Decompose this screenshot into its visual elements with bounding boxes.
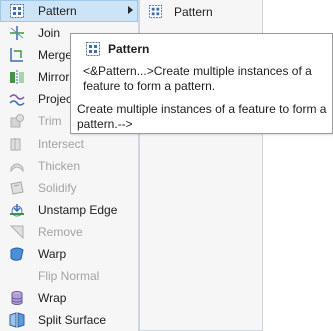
menu-item-intersect[interactable]: Intersect [0,133,138,155]
menu-item-label: Pattern [38,4,77,18]
menu-item-label: Trim [38,114,62,129]
pattern-tooltip: Pattern <&Pattern...>Create multiple ins… [70,33,333,134]
tooltip-title: Pattern [108,42,150,56]
menu-item-remove[interactable]: Remove [0,221,138,243]
submenu-item-label: Pattern [174,5,213,19]
warp-icon [9,246,25,262]
menu-item-label: Mirror [38,70,70,85]
remove-icon [9,224,25,240]
menu-item-label: Merge [38,48,73,63]
menu-item-label: Solidify [38,180,77,195]
menu-item-solidify[interactable]: Solidify [0,177,138,199]
menu-item-label: Wrap [38,291,67,306]
solidify-icon [9,180,25,196]
mirror-icon [9,69,25,85]
thicken-icon [9,158,25,174]
tooltip-body: <&Pattern...>Create multiple instances o… [83,64,312,93]
unstamp-edge-icon [9,202,25,218]
menu-item-label: Unstamp Edge [38,202,118,217]
trim-icon [9,113,25,129]
menu-item-flip-normal[interactable]: Flip Normal [0,265,138,287]
intersect-icon [9,136,25,152]
menu-item-label: Warp [38,247,67,262]
menu-item-label: Intersect [38,136,85,151]
menu-item-pattern[interactable]: Pattern [0,0,138,23]
submenu-arrow-icon [128,6,133,14]
join-icon [9,25,25,41]
pattern-icon [85,41,101,57]
menu-item-split-surface[interactable]: Split Surface [0,309,138,331]
tooltip-description: Create multiple instances of a feature t… [77,102,327,131]
menu-item-label: Join [38,26,61,41]
menu-item-label: Thicken [38,158,81,173]
menu-item-unstamp-edge[interactable]: Unstamp Edge [0,199,138,221]
project-icon [9,91,25,107]
menu-item-label: Remove [38,224,83,239]
menu-item-warp[interactable]: Warp [0,243,138,265]
menu-item-label: Flip Normal [38,269,100,284]
merge-icon [9,47,25,63]
pattern-icon [9,3,25,19]
submenu-item-pattern[interactable]: Pattern [140,0,262,22]
menu-item-label: Split Surface [38,313,107,328]
menu-item-thicken[interactable]: Thicken [0,155,138,177]
pattern-icon [148,4,163,19]
split-surface-icon [9,312,25,329]
wrap-icon [9,290,25,306]
menu-item-wrap[interactable]: Wrap [0,287,138,309]
